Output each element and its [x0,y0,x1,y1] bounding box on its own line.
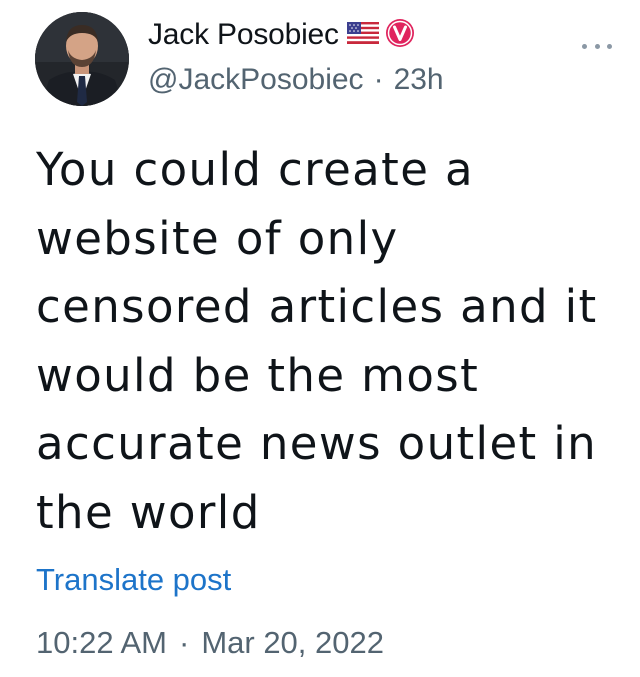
avatar[interactable] [35,12,129,106]
display-name[interactable]: Jack Posobiec [148,18,339,52]
post-time[interactable]: 10:22 AM [36,625,167,660]
more-options-button[interactable] [582,38,612,54]
avatar-image [35,12,129,106]
tweet-text: You could create a website of only censo… [36,143,598,539]
more-dots-icon [582,43,587,49]
translate-post-link[interactable]: Translate post [36,562,231,598]
verified-v-icon [385,18,415,53]
name-row: Jack Posobiec [148,12,444,58]
meta-row: @JackPosobiec · 23h [148,58,444,102]
handle[interactable]: @JackPosobiec [148,63,364,97]
post-date[interactable]: Mar 20, 2022 [201,625,384,660]
meta-separator: · [373,63,384,96]
tweet: Jack Posobiec @JackPosobiec · 23h You co… [0,0,640,677]
time-separator: · [178,625,190,660]
timestamp: 10:22 AM · Mar 20, 2022 [36,625,384,661]
us-flag-icon [346,21,379,49]
post-age[interactable]: 23h [394,63,444,97]
tweet-header: Jack Posobiec @JackPosobiec · 23h [148,12,444,102]
